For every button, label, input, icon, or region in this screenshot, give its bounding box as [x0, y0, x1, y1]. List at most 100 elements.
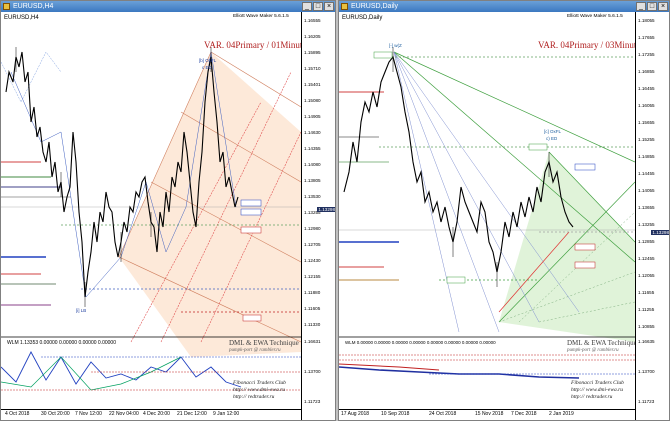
sub-tick: 1.13700 [638, 369, 655, 374]
time-tick: 24 Oct 2018 [429, 411, 457, 417]
time-tick: 22 Nov 04:00 [109, 411, 139, 417]
wave-label-c: [c] OxFL [544, 129, 561, 134]
sub-tick: 1.16631 [304, 339, 321, 344]
price-tick: 1.12155 [304, 274, 321, 279]
wave-label-ce: c) ED [546, 136, 558, 141]
price-tick: 1.10855 [638, 324, 655, 329]
fibo-line: Fibonacci Traders Club [233, 380, 286, 386]
technique-email: pumpk-port @ rambler.ru [229, 348, 281, 353]
sub-tick: 1.11723 [638, 399, 655, 404]
indicator-tag: Elliott Wave Maker 5.6.1.5 [233, 14, 289, 19]
price-tick: 1.17255 [638, 52, 655, 57]
price-tick: 1.13655 [638, 205, 655, 210]
maximize-button[interactable]: □ [647, 2, 657, 11]
sub-tick: 1.13700 [304, 369, 321, 374]
wave-label-b: [b] OxFL [199, 58, 217, 63]
price-tick: 1.11255 [638, 307, 655, 312]
sub-tick: 1.16635 [638, 339, 655, 344]
price-tick: 1.15895 [304, 50, 321, 55]
price-tick: 1.12980 [304, 226, 321, 231]
close-button[interactable]: × [658, 2, 668, 11]
chart-window-icon [3, 3, 10, 10]
close-button[interactable]: × [324, 2, 334, 11]
price-tick: 1.12430 [304, 258, 321, 263]
price-tick: 1.15655 [638, 120, 655, 125]
indicator-tag: Elliott Wave Maker 5.6.1.5 [567, 14, 623, 19]
symbol-label: EURUSD,H4 [4, 15, 39, 21]
price-tick: 1.18055 [638, 18, 655, 23]
time-tick: 10 Sep 2018 [381, 411, 410, 417]
time-tick: 7 Dec 2018 [511, 411, 537, 417]
chart-window-left[interactable]: EURUSD,H4 _ □ × [b] OxFL c ED [i] LB EUR… [0, 0, 336, 421]
fibo-line: http:// redtrader.ru [571, 394, 613, 400]
window-title: EURUSD,H4 [13, 3, 54, 10]
fibo-line: http:// redtrader.ru [233, 394, 275, 400]
wave-label-lb: [i] LB [76, 308, 86, 313]
variant-label: VAR. 04Primary / 03Minute [538, 40, 641, 50]
price-tick: 1.16055 [638, 103, 655, 108]
time-tick: 7 Nov 12:00 [75, 411, 102, 417]
symbol-label: EURUSD,Daily [342, 15, 383, 21]
price-tick: 1.14355 [304, 146, 321, 151]
time-tick: 21 Dec 12:00 [177, 411, 207, 417]
price-tick: 1.14055 [638, 188, 655, 193]
chart-window-right[interactable]: EURUSD,Daily _ □ × [-] w(Z [c] OxFL c) E… [338, 0, 670, 421]
fibo-club-text: Fibonacci Traders Club http:// www.dmi-e… [233, 380, 286, 401]
price-tick: 1.12455 [638, 256, 655, 261]
technique-label: DML & EWA Technique [567, 339, 637, 347]
price-tick: 1.16555 [304, 18, 321, 23]
price-tick: 1.13255 [638, 222, 655, 227]
price-tick: 1.15080 [304, 98, 321, 103]
price-tick: 1.11655 [638, 290, 655, 295]
time-tick: 4 Dec 20:00 [143, 411, 170, 417]
time-axis-left: 4 Oct 2018 30 Oct 20:00 7 Nov 12:00 22 N… [1, 409, 301, 420]
price-tick: 1.15255 [638, 137, 655, 142]
time-tick: 17 Aug 2018 [341, 411, 370, 417]
price-tick: 1.14855 [638, 154, 655, 159]
price-tick: 1.16455 [638, 86, 655, 91]
window-titlebar[interactable]: EURUSD,Daily _ □ × [339, 1, 669, 12]
price-tick: 1.16855 [638, 69, 655, 74]
price-tick: 1.11330 [304, 322, 321, 327]
subwindow-header: WLM 1.13353 0.00000 0.00000 0.00000 0.00… [7, 340, 116, 346]
price-tick: 1.15710 [304, 66, 321, 71]
window-title: EURUSD,Daily [351, 3, 399, 10]
time-tick: 4 Oct 2018 [5, 411, 30, 417]
sub-tick: 1.11723 [304, 399, 321, 404]
window-titlebar[interactable]: EURUSD,H4 _ □ × [1, 1, 335, 12]
time-tick: 15 Nov 2018 [475, 411, 504, 417]
technique-email: pumpk-port @ rambler.ru [567, 348, 619, 353]
price-tick: 1.11880 [304, 290, 321, 295]
price-tick: 1.15401 [304, 82, 321, 87]
price-tick: 1.12705 [304, 242, 321, 247]
price-tick: 1.14630 [304, 130, 321, 135]
price-tick: 1.14080 [304, 162, 321, 167]
wave-label-top: [-] w(Z [389, 43, 402, 48]
price-scale-right[interactable]: 1.18055 1.17655 1.17255 1.16855 1.16455 … [635, 12, 669, 420]
wave-label-c: c ED [202, 65, 213, 70]
price-tick: 1.11605 [304, 306, 321, 311]
price-tick: 1.14905 [304, 114, 321, 119]
price-scale-left[interactable]: 1.16555 1.16205 1.15895 1.15710 1.15401 … [301, 12, 335, 420]
time-tick: 2 Jan 2019 [549, 411, 574, 417]
price-tick: 1.12855 [638, 239, 655, 244]
minimize-button[interactable]: _ [636, 2, 646, 11]
subwindow-header: WLM 0.00000 0.00000 0.00000 0.00000 0.00… [345, 340, 496, 345]
price-tick: 1.13530 [304, 194, 321, 199]
maximize-button[interactable]: □ [313, 2, 323, 11]
fibo-line: http:// www.dmi-ewa.ru [233, 387, 285, 393]
time-tick: 30 Oct 20:00 [41, 411, 70, 417]
price-tick: 1.14455 [638, 171, 655, 176]
price-tick: 1.12055 [638, 273, 655, 278]
fibo-line: http:// www.dmi-ewa.ru [571, 387, 623, 393]
current-price-box: 1.13298 [651, 230, 669, 235]
price-tick: 1.16205 [304, 34, 321, 39]
technique-label: DML & EWA Technique [229, 339, 299, 347]
minimize-button[interactable]: _ [302, 2, 312, 11]
price-tick: 1.13805 [304, 178, 321, 183]
time-axis-right: 17 Aug 2018 10 Sep 2018 24 Oct 2018 15 N… [339, 409, 635, 420]
variant-label: VAR. 04Primary / 01Minute [204, 40, 307, 50]
fibo-club-text: Fibonacci Traders Club http:// www.dmi-e… [571, 380, 624, 401]
chart-window-icon [341, 3, 348, 10]
time-tick: 9 Jan 12:00 [213, 411, 240, 417]
